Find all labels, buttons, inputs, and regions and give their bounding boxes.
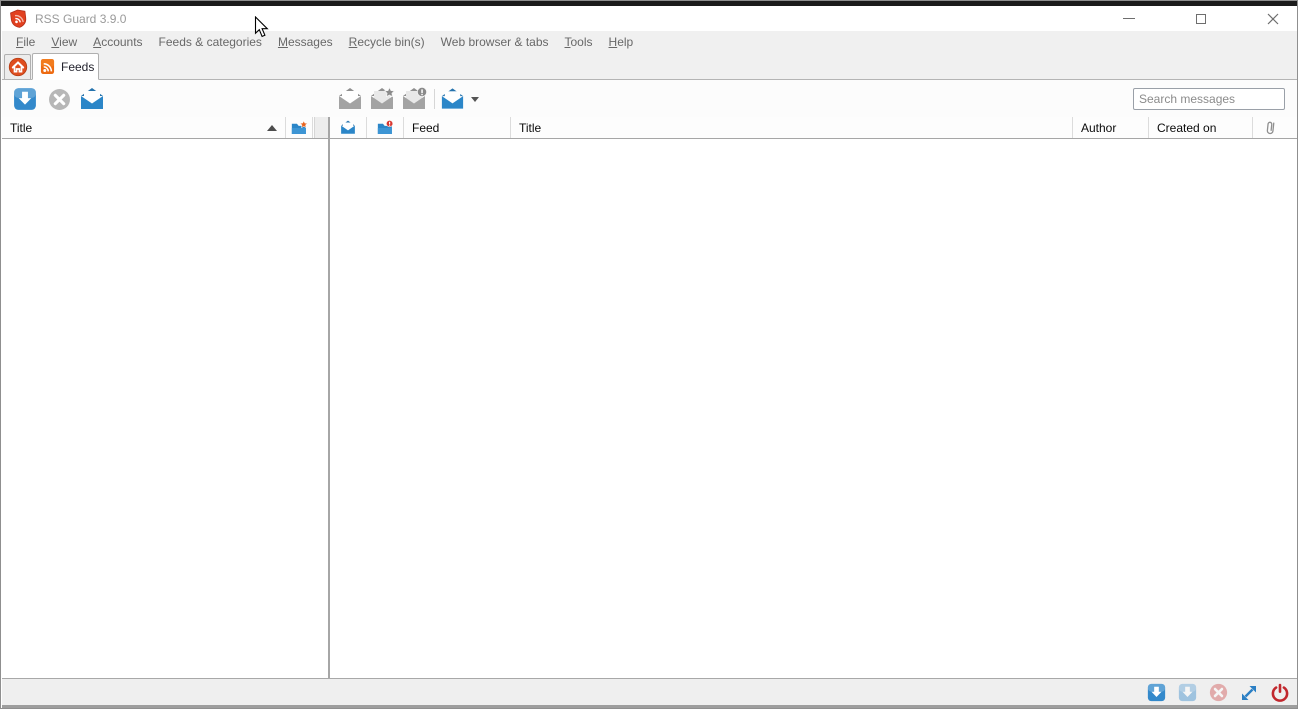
fullscreen-arrows-icon <box>1242 685 1256 700</box>
menu-view[interactable]: View <box>43 32 85 52</box>
message-list-header: Feed Title Author Created on <box>330 117 1297 139</box>
close-icon <box>1267 13 1279 24</box>
envelope-exclamation-gray-icon <box>403 87 427 109</box>
feed-list-header: Title <box>2 117 328 139</box>
statusbar-update-all-feeds-button[interactable] <box>1146 683 1166 703</box>
message-column-title[interactable]: Title <box>511 117 1073 138</box>
rss-feed-icon <box>40 59 55 74</box>
message-column-attachment[interactable] <box>1253 117 1287 138</box>
maximize-button[interactable] <box>1186 8 1216 30</box>
mark-message-read-button[interactable] <box>336 86 364 112</box>
cancel-red-circle-icon <box>1209 683 1227 702</box>
tab-feeds-label: Feeds <box>61 59 95 74</box>
tab-bar: Feeds <box>2 53 1297 80</box>
dropdown-caret-icon[interactable] <box>471 96 479 102</box>
mark-all-read-button[interactable] <box>439 86 479 112</box>
sort-ascending-icon <box>267 125 277 131</box>
message-column-created-on[interactable]: Created on <box>1149 117 1253 138</box>
menu-bar: File View Accounts Feeds & categories Me… <box>2 31 1297 53</box>
update-feeds-button[interactable] <box>11 86 39 112</box>
menu-help[interactable]: Help <box>601 32 642 52</box>
minimize-icon <box>1123 18 1135 19</box>
statusbar-stop-update-button[interactable] <box>1208 683 1228 703</box>
statusbar-fullscreen-button[interactable] <box>1239 683 1259 703</box>
message-column-feed[interactable]: Feed <box>404 117 511 138</box>
window-title: RSS Guard 3.9.0 <box>35 11 127 26</box>
paperclip-icon <box>1266 121 1274 135</box>
title-bar: RSS Guard 3.9.0 <box>2 6 1297 31</box>
download-icon <box>1178 683 1196 702</box>
app-shield-icon <box>10 9 27 28</box>
minimize-button[interactable] <box>1114 8 1144 30</box>
menu-accounts[interactable]: Accounts <box>85 32 150 52</box>
folder-exclamation-icon <box>377 119 393 134</box>
menu-file[interactable]: File <box>8 32 43 52</box>
menu-web-browser-tabs[interactable]: Web browser & tabs <box>433 32 557 52</box>
open-envelope-icon <box>341 120 355 134</box>
status-bar <box>2 678 1297 708</box>
power-icon <box>1271 683 1289 702</box>
app-window: RSS Guard 3.9.0 File View Accounts Feeds… <box>0 0 1298 709</box>
mark-message-starred-button[interactable] <box>368 86 396 112</box>
menu-messages[interactable]: Messages <box>270 32 341 52</box>
message-column-read[interactable] <box>330 117 367 138</box>
folder-star-icon <box>291 119 308 134</box>
stop-update-button[interactable] <box>45 86 73 112</box>
close-button[interactable] <box>1258 8 1288 30</box>
menu-recycle-bins[interactable]: Recycle bin(s) <box>341 32 433 52</box>
feed-column-counts[interactable] <box>286 117 313 138</box>
maximize-icon <box>1196 13 1206 24</box>
download-icon <box>14 88 36 110</box>
feed-list <box>2 139 328 678</box>
mark-message-important-button[interactable] <box>400 86 428 112</box>
open-envelope-icon <box>441 88 464 109</box>
toolbar-separator <box>434 89 435 109</box>
feed-header-filler <box>314 117 328 138</box>
message-column-author[interactable]: Author <box>1073 117 1149 138</box>
home-icon <box>8 57 27 77</box>
envelope-star-gray-icon <box>371 87 396 109</box>
feed-column-title[interactable]: Title <box>2 117 286 138</box>
mark-feed-read-button[interactable] <box>78 86 106 112</box>
open-envelope-gray-icon <box>339 88 361 109</box>
open-envelope-icon <box>81 88 103 109</box>
tab-feeds[interactable]: Feeds <box>32 53 99 80</box>
search-messages-input[interactable] <box>1133 88 1285 110</box>
statusbar-quit-button[interactable] <box>1270 683 1290 703</box>
cancel-circle-icon <box>48 88 70 110</box>
message-column-importance[interactable] <box>367 117 404 138</box>
download-icon <box>1147 683 1165 702</box>
mouse-cursor <box>254 16 269 38</box>
statusbar-update-selected-feeds-button[interactable] <box>1177 683 1197 703</box>
toolbar-row <box>2 80 1297 117</box>
tab-home[interactable] <box>4 54 31 79</box>
menu-feeds-categories[interactable]: Feeds & categories <box>151 32 270 52</box>
message-list <box>330 139 1297 678</box>
menu-tools[interactable]: Tools <box>557 32 601 52</box>
